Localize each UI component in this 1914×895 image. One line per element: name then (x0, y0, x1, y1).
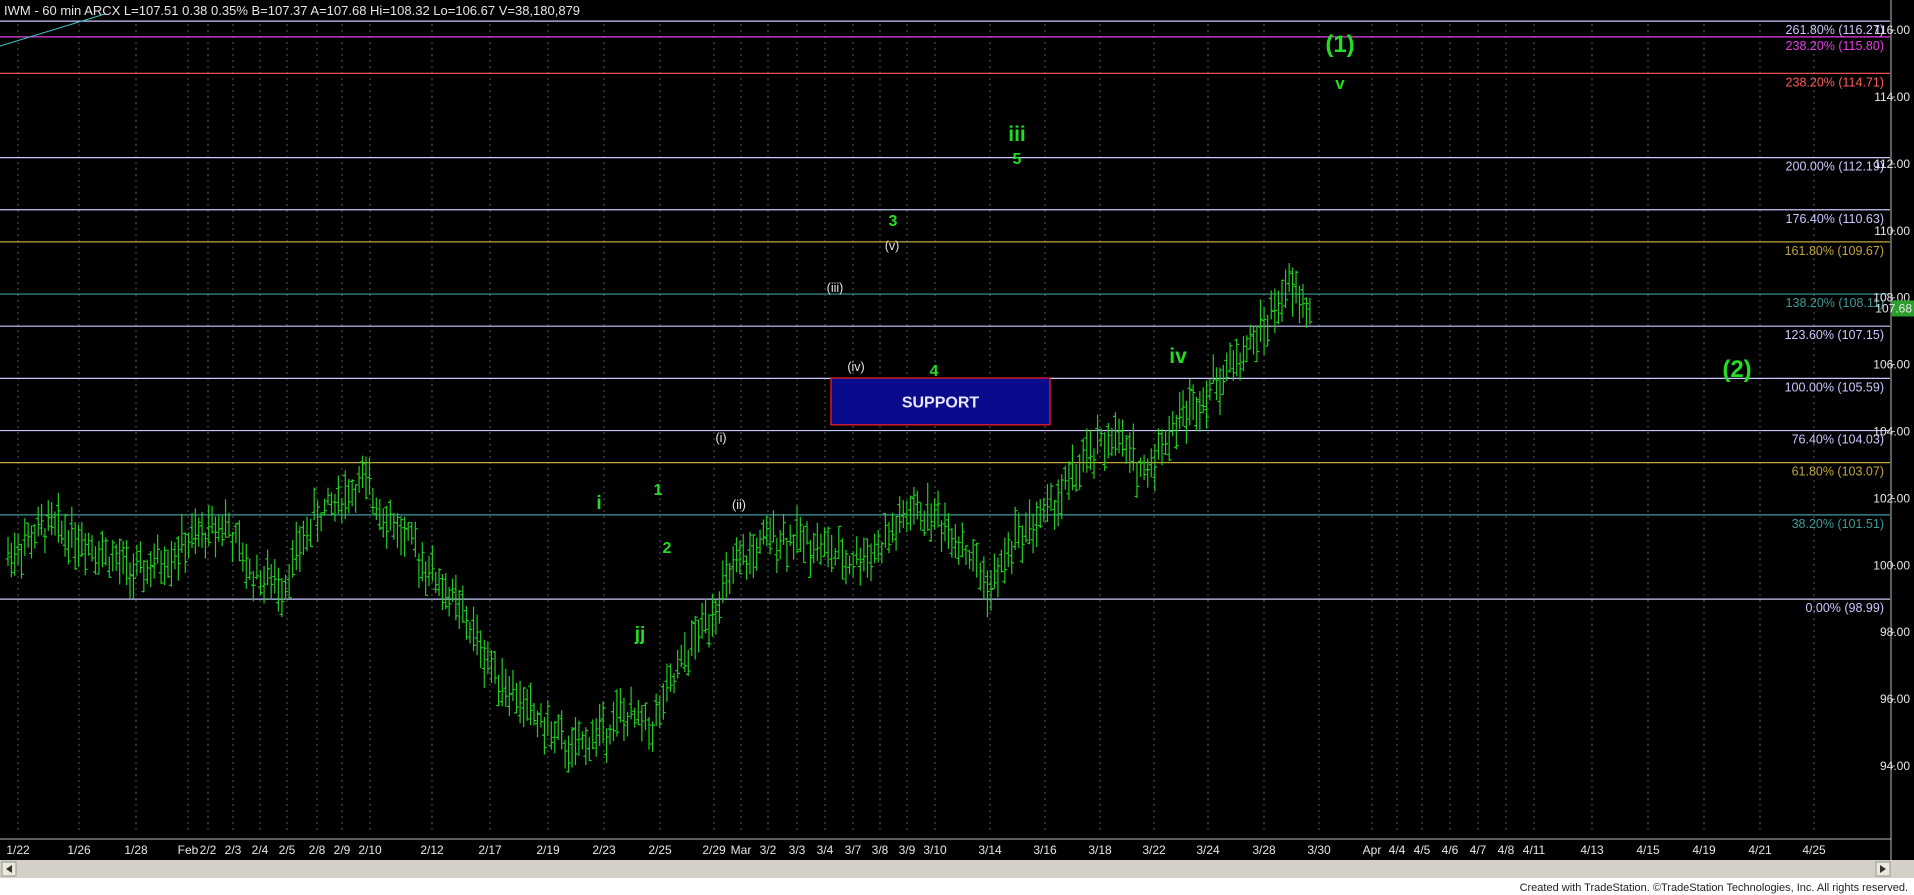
y-tick-label: 114.00 (1874, 90, 1910, 104)
x-tick-label: 4/4 (1389, 843, 1406, 857)
fib-label: 61.80% (103.07) (1792, 465, 1884, 479)
y-tick-label: 96.00 (1880, 692, 1910, 706)
chart: 261.80% (116.27)238.20% (115.80)238.20% … (0, 0, 1914, 895)
x-tick-label: 2/25 (648, 843, 672, 857)
support-zone: SUPPORT (830, 377, 1051, 426)
wave-label: (v) (885, 239, 900, 253)
x-tick-label: 2/12 (420, 843, 444, 857)
fib-label: 76.40% (104.03) (1792, 433, 1884, 447)
wave-label: iii (1008, 123, 1026, 146)
x-tick-label: 2/9 (334, 843, 351, 857)
x-tick-label: 2/23 (592, 843, 616, 857)
x-tick-label: 4/7 (1470, 843, 1487, 857)
x-tick-label: 3/14 (978, 843, 1002, 857)
x-tick-label: 2/19 (536, 843, 560, 857)
x-tick-label: 1/26 (67, 843, 91, 857)
x-tick-label: 3/8 (872, 843, 889, 857)
wave-label: (iii) (827, 281, 844, 295)
x-tick-label: 4/6 (1442, 843, 1459, 857)
fib-label: 161.80% (109.67) (1785, 244, 1884, 258)
x-tick-label: 4/19 (1692, 843, 1716, 857)
x-tick-label: 4/21 (1748, 843, 1772, 857)
fib-label: 261.80% (116.27) (1786, 23, 1884, 37)
x-tick-label: 3/4 (817, 843, 834, 857)
fib-label: 100.00% (105.59) (1785, 380, 1884, 394)
y-tick-label: 104.00 (1873, 425, 1910, 439)
wave-label: 2 (663, 540, 672, 557)
wave-label: 3 (889, 213, 898, 230)
x-tick-label: 4/25 (1802, 843, 1826, 857)
fib-label: 138.20% (108.11) (1786, 296, 1884, 310)
wave-label: (1) (1325, 31, 1354, 58)
y-tick-label: 116.00 (1874, 23, 1910, 37)
wave-label: 1 (654, 482, 663, 499)
x-tick-label: 3/18 (1088, 843, 1112, 857)
y-tick-label: 98.00 (1880, 625, 1910, 639)
x-tick-label: 3/22 (1142, 843, 1166, 857)
x-tick-label: 3/16 (1033, 843, 1057, 857)
x-tick-label: 1/28 (124, 843, 148, 857)
x-tick-label: 2/10 (358, 843, 382, 857)
x-tick-label: 4/5 (1414, 843, 1431, 857)
y-tick-label: 102.00 (1873, 491, 1910, 505)
x-tick-label: 2/17 (478, 843, 502, 857)
wave-label: jj (634, 624, 646, 645)
fib-label: 176.40% (110.63) (1786, 212, 1884, 226)
chart-header: IWM - 60 min ARCX L=107.51 0.38 0.35% B=… (4, 3, 580, 18)
wave-label: (ii) (732, 498, 746, 512)
x-tick-label: 2/29 (702, 843, 726, 857)
y-tick-label: 100.00 (1873, 558, 1910, 572)
x-tick-label: 4/11 (1523, 843, 1546, 857)
fib-label: 38.20% (101.51) (1792, 517, 1884, 531)
support-label: SUPPORT (902, 394, 980, 411)
last-price-tag: 107.68 (1875, 300, 1914, 317)
svg-text:107.68: 107.68 (1875, 301, 1912, 315)
x-tick-label: 2/2 (200, 843, 217, 857)
x-tick-label: 1/22 (6, 843, 30, 857)
fib-label: 123.60% (107.15) (1785, 328, 1884, 342)
wave-label: (i) (715, 431, 726, 445)
x-tick-label: 4/13 (1580, 843, 1604, 857)
wave-label: i (596, 493, 601, 514)
x-tick-label: 2/4 (252, 843, 269, 857)
fib-label: 0.00% (98.99) (1805, 601, 1884, 615)
footer: Created with TradeStation. ©TradeStation… (0, 878, 1914, 895)
scrollbar-track[interactable] (0, 860, 1914, 878)
x-tick-label: 3/7 (845, 843, 862, 857)
x-tick-label: Apr (1363, 843, 1382, 857)
wave-label: (2) (1722, 356, 1751, 383)
fib-label: 238.20% (115.80) (1786, 39, 1884, 53)
x-tick-label: 4/8 (1498, 843, 1515, 857)
horizontal-scrollbar[interactable] (0, 860, 1914, 878)
x-tick-label: 3/9 (899, 843, 916, 857)
x-tick-label: 3/24 (1196, 843, 1220, 857)
x-tick-label: 2/3 (225, 843, 242, 857)
y-tick-label: 106.00 (1873, 358, 1910, 372)
footer-credit: Created with TradeStation. ©TradeStation… (1520, 882, 1908, 894)
x-tick-label: 3/10 (923, 843, 947, 857)
wave-label: v (1335, 74, 1345, 93)
x-tick-label: Mar (731, 843, 752, 857)
x-tick-label: 3/28 (1252, 843, 1276, 857)
fib-label: 200.00% (112.19) (1786, 160, 1884, 174)
x-tick-label: 4/15 (1636, 843, 1660, 857)
x-tick-label: Feb (178, 843, 199, 857)
x-tick-label: 3/2 (760, 843, 777, 857)
wave-label: 5 (1013, 151, 1022, 168)
y-tick-label: 94.00 (1880, 759, 1910, 773)
x-tick-label: 2/8 (309, 843, 326, 857)
wave-label: (iv) (847, 360, 864, 374)
x-tick-label: 2/5 (279, 843, 296, 857)
wave-label: iv (1169, 345, 1187, 368)
fib-label: 238.20% (114.71) (1786, 75, 1884, 89)
x-tick-label: 3/30 (1307, 843, 1331, 857)
chart-background (0, 0, 1914, 895)
wave-label: 4 (930, 363, 939, 380)
x-tick-label: 3/3 (789, 843, 806, 857)
y-tick-label: 112.00 (1874, 157, 1910, 171)
y-tick-label: 110.00 (1874, 224, 1910, 238)
